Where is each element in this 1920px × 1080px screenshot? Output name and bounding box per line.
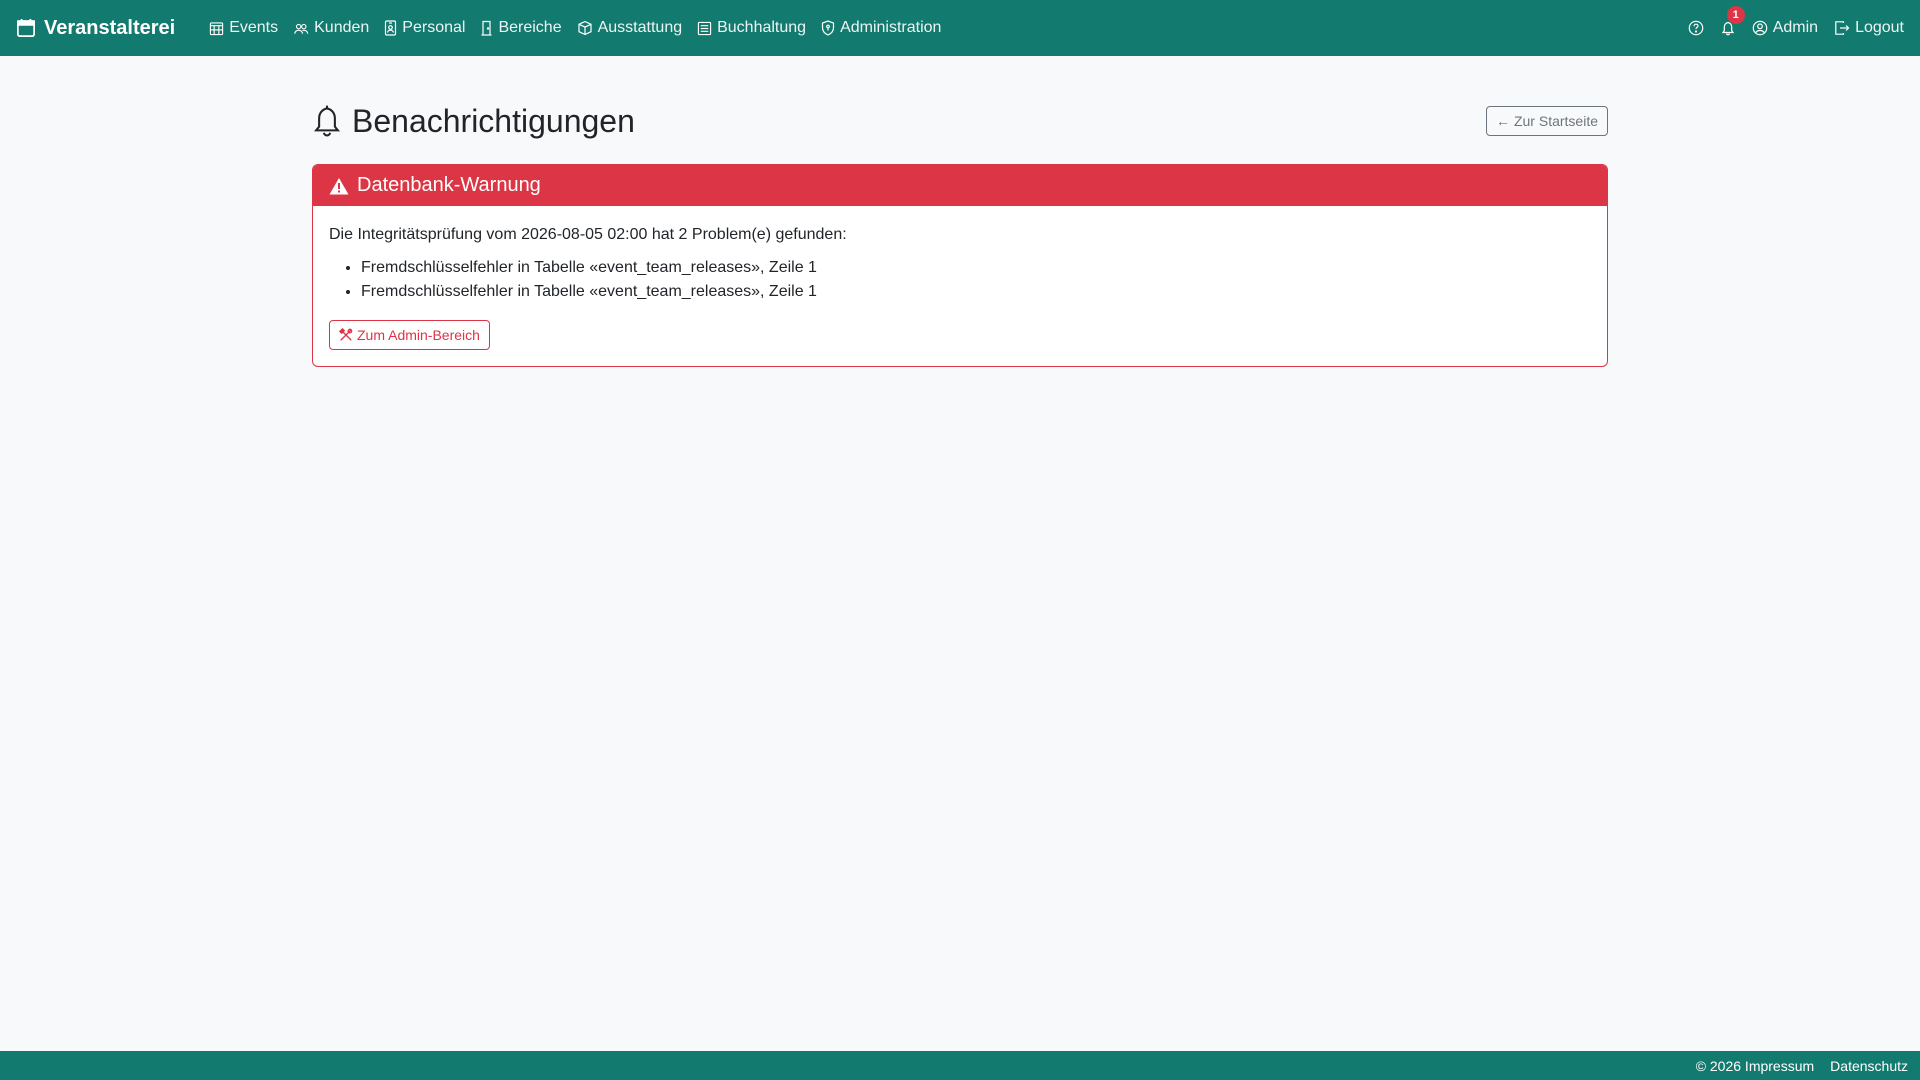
arrow-left-icon: ←	[1495, 113, 1510, 129]
nav-label-personal: Personal	[402, 19, 466, 36]
people-icon	[294, 23, 309, 34]
footer-privacy-link[interactable]: Datenschutz	[1830, 1058, 1908, 1074]
ledger-icon	[697, 21, 712, 35]
nav-item-events[interactable]: Events	[209, 19, 278, 37]
nav-label-ausstattung: Ausstattung	[597, 19, 683, 36]
door-icon	[481, 20, 492, 36]
nav-item-buchhaltung[interactable]: Buchhaltung	[697, 19, 806, 37]
back-button-label: Zur Startseite	[1513, 113, 1598, 129]
nav-label-bereiche: Bereiche	[498, 19, 562, 36]
nav-label-buchhaltung: Buchhaltung	[717, 19, 807, 36]
person-circle-icon	[1752, 20, 1768, 36]
admin-area-label: Zum Admin-Bereich	[357, 327, 480, 343]
page-title: Benachrichtigungen	[312, 103, 635, 140]
calendar-grid-icon	[210, 21, 224, 35]
brand-name: Veranstalterei	[44, 16, 176, 39]
shield-icon	[821, 20, 835, 36]
db-warning-card: Datenbank-Warnung Die Integritätsprüfung…	[312, 164, 1608, 367]
calendar-icon	[17, 19, 35, 37]
nav-item-kunden[interactable]: Kunden	[293, 19, 369, 37]
user-name: Admin	[1772, 19, 1819, 36]
notification-count-badge: 1	[1726, 6, 1745, 24]
page-title-text: Benachrichtigungen	[352, 102, 635, 139]
user-account-link[interactable]: Admin	[1752, 19, 1818, 37]
user-menu: 1 Admin Logout	[1688, 6, 1904, 37]
box-icon	[578, 20, 592, 36]
question-circle-icon	[1688, 20, 1704, 36]
warning-triangle-icon	[329, 177, 349, 194]
db-warning-body: Die Integritätsprüfung vom 2026-08-05 02…	[313, 206, 1607, 366]
issue-item: Fremdschlüsselfehler in Tabelle «event_t…	[361, 280, 1591, 304]
back-to-home-button[interactable]: ← Zur Startseite	[1485, 106, 1608, 136]
issue-item: Fremdschlüsselfehler in Tabelle «event_t…	[361, 256, 1591, 280]
nav-item-ausstattung[interactable]: Ausstattung	[577, 19, 683, 37]
nav-item-bereiche[interactable]: Bereiche	[480, 19, 562, 37]
db-warning-message: Die Integritätsprüfung vom 2026-08-05 02…	[329, 226, 847, 243]
nav-item-personal[interactable]: Personal	[384, 19, 465, 37]
brand-link[interactable]: Veranstalterei	[16, 17, 175, 40]
bell-icon	[313, 105, 341, 137]
tools-icon	[339, 328, 353, 341]
notifications-button[interactable]: 1	[1720, 6, 1745, 36]
logout-icon	[1835, 21, 1850, 35]
main-content: Benachrichtigungen ← Zur Startseite Date…	[312, 56, 1608, 367]
main-menu: Events Kunden Personal Bereiche Ausstatt…	[209, 19, 941, 37]
page-header: Benachrichtigungen ← Zur Startseite	[312, 96, 1608, 146]
help-button[interactable]	[1688, 20, 1704, 36]
db-warning-title: Datenbank-Warnung	[357, 174, 541, 196]
footer-impressum-link[interactable]: © 2026 Impressum	[1696, 1058, 1814, 1074]
issue-list: Fremdschlüsselfehler in Tabelle «event_t…	[329, 256, 1591, 304]
person-badge-icon	[385, 20, 397, 36]
footer: © 2026 Impressum Datenschutz	[0, 1051, 1920, 1080]
nav-item-administration[interactable]: Administration	[821, 19, 941, 37]
nav-label-kunden: Kunden	[314, 19, 370, 36]
nav-label-events: Events	[229, 19, 279, 36]
logout-link[interactable]: Logout	[1834, 19, 1904, 37]
top-navbar: Veranstalterei Events Kunden Personal Be…	[0, 0, 1920, 56]
db-warning-header: Datenbank-Warnung	[313, 165, 1607, 206]
nav-label-administration: Administration	[840, 19, 942, 36]
admin-area-button[interactable]: Zum Admin-Bereich	[329, 320, 490, 350]
logout-label: Logout	[1855, 19, 1904, 36]
